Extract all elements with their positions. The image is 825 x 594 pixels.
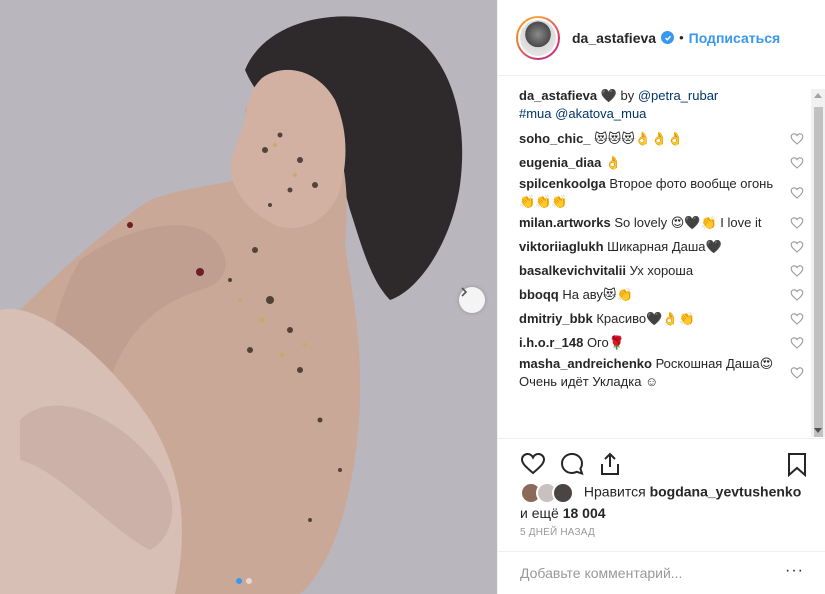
comments-list[interactable]: da_astafieva 🖤 by @petra_rubar #mua @aka… bbox=[498, 87, 812, 437]
comment-like-heart-icon[interactable] bbox=[790, 132, 804, 146]
comment-text-block: masha_andreichenko Роскошная Даша😍 Очень… bbox=[519, 355, 778, 391]
comment-like-heart-icon[interactable] bbox=[790, 288, 804, 302]
comment-text: Ух хороша bbox=[629, 263, 694, 278]
liker-avatar[interactable] bbox=[552, 482, 574, 504]
comment-username[interactable]: viktoriiaglukh bbox=[519, 239, 604, 254]
comment-row: eugenia_diaa 👌 bbox=[519, 151, 812, 175]
chevron-right-icon bbox=[461, 287, 468, 297]
comment-like-heart-icon[interactable] bbox=[790, 240, 804, 254]
comment-username[interactable]: soho_chic_ bbox=[519, 131, 591, 146]
comment-like-heart-icon[interactable] bbox=[790, 336, 804, 350]
post-timestamp[interactable]: 5 дней назад bbox=[520, 527, 595, 538]
scroll-down-arrow-icon[interactable] bbox=[814, 428, 822, 433]
more-options-icon[interactable]: ··· bbox=[785, 563, 804, 579]
comment-username[interactable]: basalkevichvitalii bbox=[519, 263, 626, 278]
comment-like-heart-icon[interactable] bbox=[790, 264, 804, 278]
comment-row: spilcenkoolga Второе фото вообще огонь👏👏… bbox=[519, 175, 812, 211]
next-photo-button[interactable] bbox=[459, 287, 485, 313]
caption-hashtag[interactable]: #mua bbox=[519, 106, 552, 121]
header-username[interactable]: da_astafieva bbox=[572, 30, 656, 46]
comment-text: Ого🌹 bbox=[586, 335, 625, 350]
story-ring[interactable] bbox=[516, 15, 560, 60]
post-header: da_astafieva • Подписаться bbox=[498, 0, 825, 76]
likes-prefix: Нравится bbox=[583, 483, 646, 500]
comment-row: bboqq На аву😻👏 bbox=[519, 283, 812, 307]
comment-text-block: dmitriy_bbk Красиво🖤👌👏 bbox=[519, 310, 778, 328]
action-bar bbox=[498, 438, 825, 482]
comment-row: viktoriiaglukh Шикарная Даша🖤 bbox=[519, 235, 812, 259]
comments-scrollbar[interactable] bbox=[811, 89, 825, 437]
comment-like-heart-icon[interactable] bbox=[790, 216, 804, 230]
comment-username[interactable]: eugenia_diaa bbox=[519, 155, 601, 170]
comment-text: На аву😻👏 bbox=[562, 287, 633, 302]
likes-username[interactable]: bogdana_yevtushenko bbox=[650, 484, 802, 500]
comment-text-block: milan.artworks So lovely 😍🖤👏 I love it bbox=[519, 214, 778, 232]
comment-row: soho_chic_ 😻😻😻👌👌👌 bbox=[519, 127, 812, 151]
post-photo[interactable] bbox=[0, 0, 497, 594]
comment-text-block: soho_chic_ 😻😻😻👌👌👌 bbox=[519, 130, 778, 148]
comment-text: Красиво🖤👌👏 bbox=[596, 311, 695, 326]
comment-like-heart-icon[interactable] bbox=[790, 366, 804, 380]
comment-text-block: bboqq На аву😻👏 bbox=[519, 286, 778, 304]
add-comment-section: ··· bbox=[498, 551, 825, 594]
comment-icon[interactable] bbox=[559, 451, 585, 477]
comment-text: So lovely 😍🖤👏 I love it bbox=[614, 215, 762, 230]
comment-username[interactable]: masha_andreichenko bbox=[519, 356, 652, 371]
liker-avatars bbox=[520, 482, 574, 504]
comment-username[interactable]: milan.artworks bbox=[519, 215, 611, 230]
comment-input[interactable] bbox=[520, 565, 770, 581]
caption-text: 🖤 by bbox=[600, 88, 635, 103]
post-caption: da_astafieva 🖤 by @petra_rubar #mua @aka… bbox=[519, 87, 812, 123]
caption-mention-1[interactable]: @petra_rubar bbox=[638, 88, 718, 103]
follow-button[interactable]: Подписаться bbox=[689, 30, 781, 46]
comment-text-block: eugenia_diaa 👌 bbox=[519, 154, 778, 172]
share-icon[interactable] bbox=[597, 451, 623, 477]
comment-username[interactable]: dmitriy_bbk bbox=[519, 311, 593, 326]
comment-text-block: spilcenkoolga Второе фото вообще огонь👏👏… bbox=[519, 175, 778, 211]
comment-text: 👌 bbox=[605, 155, 622, 170]
like-heart-icon[interactable] bbox=[520, 451, 546, 477]
carousel-dot-1 bbox=[236, 578, 242, 584]
comment-like-heart-icon[interactable] bbox=[790, 312, 804, 326]
comment-row: dmitriy_bbk Красиво🖤👌👏 bbox=[519, 307, 812, 331]
verified-badge-icon bbox=[661, 31, 675, 44]
comment-text-block: i.h.o.r_148 Ого🌹 bbox=[519, 334, 778, 352]
carousel-dot-2 bbox=[246, 578, 252, 584]
comment-username[interactable]: bboqq bbox=[519, 287, 559, 302]
comment-text-block: viktoriiaglukh Шикарная Даша🖤 bbox=[519, 238, 778, 256]
caption-username[interactable]: da_astafieva bbox=[519, 88, 597, 103]
post-sidebar: da_astafieva • Подписаться da_astafieva … bbox=[497, 0, 825, 594]
comment-text: 😻😻😻👌👌👌 bbox=[594, 131, 684, 146]
comment-text: Шикарная Даша🖤 bbox=[607, 239, 722, 254]
avatar[interactable] bbox=[518, 17, 558, 58]
comment-username[interactable]: i.h.o.r_148 bbox=[519, 335, 583, 350]
scrollbar-thumb[interactable] bbox=[814, 107, 823, 437]
portrait-image bbox=[0, 0, 497, 594]
comment-row: i.h.o.r_148 Ого🌹 bbox=[519, 331, 812, 355]
comment-row: milan.artworks So lovely 😍🖤👏 I love it bbox=[519, 211, 812, 235]
carousel-indicator bbox=[236, 578, 252, 584]
header-separator: • bbox=[679, 30, 684, 45]
comment-like-heart-icon[interactable] bbox=[790, 186, 804, 200]
bookmark-icon[interactable] bbox=[784, 451, 810, 477]
likes-count[interactable]: 18 004 bbox=[563, 505, 606, 521]
scroll-up-arrow-icon[interactable] bbox=[814, 93, 822, 98]
comment-row: masha_andreichenko Роскошная Даша😍 Очень… bbox=[519, 355, 812, 391]
comment-text-block: basalkevichvitalii Ух хороша bbox=[519, 262, 778, 280]
comment-row: basalkevichvitalii Ух хороша bbox=[519, 259, 812, 283]
likes-middle: и ещё bbox=[520, 505, 559, 521]
comment-username[interactable]: spilcenkoolga bbox=[519, 176, 606, 191]
likes-summary: Нравится bogdana_yevtushenko и ещё 18 00… bbox=[520, 482, 810, 522]
caption-mention-2[interactable]: @akatova_mua bbox=[555, 106, 646, 121]
comment-like-heart-icon[interactable] bbox=[790, 156, 804, 170]
